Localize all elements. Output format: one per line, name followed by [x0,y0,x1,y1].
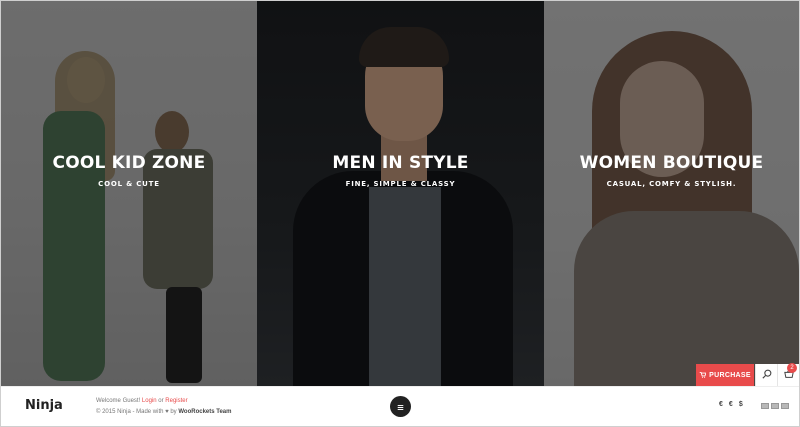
panel-title[interactable]: MEN IN STYLE [257,153,544,173]
currency-option[interactable]: € [719,401,723,408]
purchase-label: PURCHASE [709,371,751,379]
currency-switcher: € € $ [719,401,743,408]
login-link[interactable]: Login [142,398,157,404]
panel-title[interactable]: WOMEN BOUTIQUE [544,153,799,173]
panel-overlay [257,1,544,386]
panel-caption: MEN IN STYLE FINE, SIMPLE & CLASSY [257,153,544,188]
panel-caption: COOL KID ZONE COOL & CUTE [1,153,257,188]
panel-title[interactable]: COOL KID ZONE [1,153,257,173]
panel-overlay [544,1,799,386]
cart-count-badge: 2 [787,363,797,373]
register-link[interactable]: Register [165,398,187,404]
copyright-text: © 2015 Ninja - Made with ♥ by [96,409,177,415]
currency-option[interactable]: $ [739,401,743,408]
language-flag-icon[interactable] [771,403,779,409]
cart-icon [699,371,707,380]
panel-subtitle: COOL & CUTE [98,180,160,188]
panel-women[interactable]: WOMEN BOUTIQUE CASUAL, COMFY & STYLISH. [544,1,799,386]
panel-caption: WOMEN BOUTIQUE CASUAL, COMFY & STYLISH. [544,153,799,188]
purchase-button[interactable]: PURCHASE [696,364,754,386]
panel-kids[interactable]: COOL KID ZONE COOL & CUTE [1,1,257,386]
menu-button[interactable] [390,396,411,417]
panel-subtitle: FINE, SIMPLE & CLASSY [345,180,456,188]
currency-option[interactable]: € [729,401,733,408]
or-text: or [158,398,164,404]
panel-overlay [1,1,257,386]
language-switcher [761,403,789,409]
cart-button[interactable]: 2 [777,363,799,386]
site-footer: Ninja Welcome Guest! Login or Register ©… [1,386,799,426]
search-button[interactable] [755,364,777,386]
welcome-text: Welcome Guest! Login or Register © 2015 … [96,396,231,418]
hamburger-icon [397,398,404,416]
panel-subtitle: CASUAL, COMFY & STYLISH. [606,180,737,188]
language-flag-icon[interactable] [761,403,769,409]
welcome-greeting: Welcome Guest! [96,398,141,404]
panel-men[interactable]: MEN IN STYLE FINE, SIMPLE & CLASSY [257,1,544,386]
site-logo[interactable]: Ninja [25,398,63,413]
search-icon [761,366,772,384]
language-flag-icon[interactable] [781,403,789,409]
category-panels: COOL KID ZONE COOL & CUTE MEN IN STYLE F… [1,1,799,386]
credit-link[interactable]: WooRockets Team [178,409,231,415]
